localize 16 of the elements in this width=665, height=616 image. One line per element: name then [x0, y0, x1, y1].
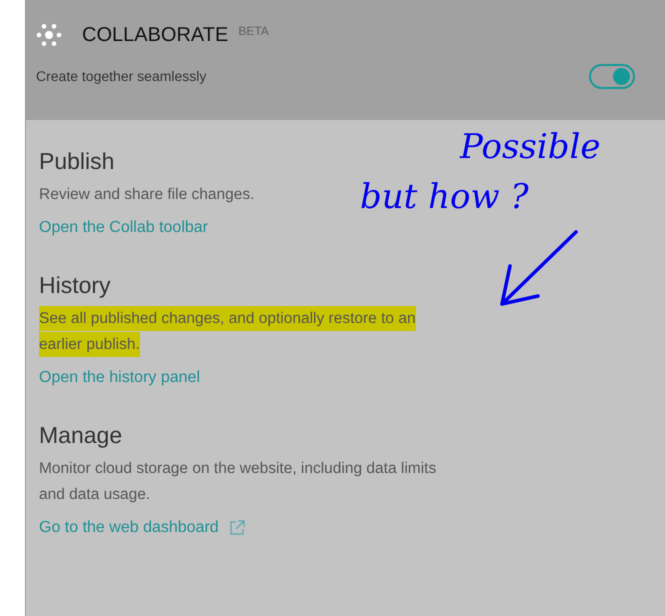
section-description: Review and share file changes.	[39, 185, 254, 205]
section-title: History	[39, 271, 112, 300]
handwritten-note: but how ?	[360, 176, 530, 219]
collaborate-toggle[interactable]	[589, 64, 635, 89]
section-title: Manage	[39, 421, 124, 450]
external-link-icon	[228, 520, 245, 536]
section-title: Publish	[39, 147, 116, 176]
panel-title: COLLABORATE	[82, 23, 228, 48]
section-link[interactable]: Go to the web dashboard	[39, 516, 245, 540]
section-description: Monitor cloud storage on the website, including data limits and data usage.	[39, 459, 438, 505]
section-link[interactable]: Open the Collab toolbar	[39, 216, 208, 240]
beta-label: BETA	[238, 23, 269, 40]
handwritten-note: Possible	[460, 126, 600, 169]
network-icon	[36, 22, 62, 48]
panel-subtitle: Create together seamlessly	[36, 67, 206, 86]
section-link[interactable]: Open the history panel	[39, 366, 200, 390]
